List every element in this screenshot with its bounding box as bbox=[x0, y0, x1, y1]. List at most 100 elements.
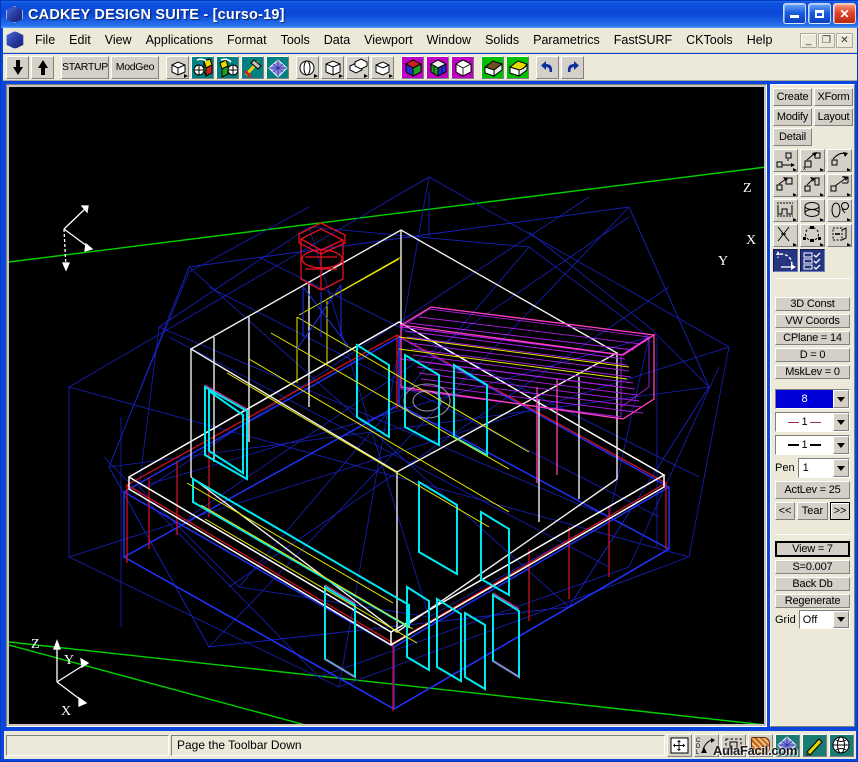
rotate-icon[interactable] bbox=[827, 149, 852, 172]
modify-button[interactable]: Modify bbox=[773, 108, 812, 126]
mirror-icon[interactable] bbox=[773, 174, 798, 197]
menu-item-help[interactable]: Help bbox=[740, 30, 780, 50]
undo-icon[interactable] bbox=[536, 56, 559, 79]
level-combo-chevron-down-icon[interactable] bbox=[833, 390, 849, 408]
axis-label-z-bottom: Z bbox=[31, 637, 40, 653]
maximize-button[interactable] bbox=[808, 3, 831, 24]
mdi-restore-button[interactable]: ❐ bbox=[818, 33, 835, 48]
array-polar-icon[interactable] bbox=[800, 224, 825, 247]
rotate-levels-icon[interactable] bbox=[191, 56, 214, 79]
page-prev-button[interactable]: << bbox=[775, 502, 795, 520]
box-wire-icon[interactable] bbox=[321, 56, 344, 79]
cplane-button[interactable]: CPlane = 14 bbox=[775, 331, 850, 345]
minimize-button[interactable] bbox=[783, 3, 806, 24]
menu-item-cktools[interactable]: CKTools bbox=[679, 30, 740, 50]
menu-item-applications[interactable]: Applications bbox=[139, 30, 220, 50]
document-cube-icon[interactable] bbox=[6, 31, 24, 49]
fit-window-icon[interactable] bbox=[667, 734, 692, 757]
regenerate-button[interactable]: Regenerate bbox=[775, 594, 850, 608]
sidebar-divider-2 bbox=[775, 534, 850, 535]
pen-combo[interactable]: 1 bbox=[798, 458, 850, 478]
offset-icon[interactable] bbox=[800, 199, 825, 222]
xform-button[interactable]: XForm bbox=[814, 88, 853, 106]
tools-hammer-icon[interactable] bbox=[241, 56, 264, 79]
view-button[interactable]: View = 7 bbox=[775, 541, 850, 557]
grid-combo[interactable]: Off bbox=[799, 610, 850, 629]
explode-icon[interactable] bbox=[773, 224, 798, 247]
scale-icon[interactable]: x bbox=[800, 149, 825, 172]
hatch-pattern-icon[interactable] bbox=[748, 734, 773, 757]
modgeo-toolbar-button[interactable]: ModGeo bbox=[111, 56, 159, 79]
chimney-shaft bbox=[297, 285, 349, 349]
vw-coords-button[interactable]: VW Coords bbox=[775, 314, 850, 328]
linewidth-combo-chevron-down-icon[interactable] bbox=[833, 436, 849, 454]
menu-item-edit[interactable]: Edit bbox=[62, 30, 98, 50]
window-title: CADKEY DESIGN SUITE - [curso-19] bbox=[28, 7, 285, 23]
menu-item-parametrics[interactable]: Parametrics bbox=[526, 30, 607, 50]
project-icon[interactable] bbox=[827, 174, 852, 197]
back-db-button[interactable]: Back Db bbox=[775, 577, 850, 591]
solid-hidden-icon[interactable] bbox=[451, 56, 474, 79]
menu-item-fastsurf[interactable]: FastSURF bbox=[607, 30, 679, 50]
copy-up-icon[interactable] bbox=[800, 174, 825, 197]
depth-button[interactable]: D = 0 bbox=[775, 348, 850, 362]
page-next-button[interactable]: >> bbox=[830, 502, 850, 520]
3d-const-button[interactable]: 3D Const bbox=[775, 297, 850, 311]
linestyle-combo-chevron-down-icon[interactable] bbox=[833, 413, 849, 431]
menu-item-solids[interactable]: Solids bbox=[478, 30, 526, 50]
cad-drawing-canvas[interactable]: Z X Y Z Y X bbox=[9, 87, 764, 724]
menu-item-window[interactable]: Window bbox=[420, 30, 478, 50]
level-color-combo[interactable]: 8 bbox=[775, 389, 850, 409]
scale-button[interactable]: S=0.007 bbox=[775, 560, 850, 574]
pen-combo-chevron-down-icon[interactable] bbox=[833, 459, 849, 477]
mdi-minimize-button[interactable]: _ bbox=[800, 33, 817, 48]
close-button[interactable]: ✕ bbox=[833, 3, 856, 24]
delete-xform-icon[interactable] bbox=[827, 224, 852, 247]
stack-solid-icon[interactable] bbox=[346, 56, 369, 79]
linewidth-combo[interactable]: 1 bbox=[775, 435, 850, 455]
globe-icon[interactable] bbox=[829, 734, 854, 757]
startup-toolbar-button[interactable]: STARTUP bbox=[61, 56, 109, 79]
mesh-surface-icon[interactable] bbox=[266, 56, 289, 79]
render-white-icon[interactable] bbox=[481, 56, 504, 79]
redo-icon[interactable] bbox=[561, 56, 584, 79]
render-yellow-icon[interactable] bbox=[506, 56, 529, 79]
view-cube-icon[interactable] bbox=[166, 56, 189, 79]
page-up-arrow-icon[interactable] bbox=[31, 56, 54, 79]
create-button[interactable]: Create bbox=[773, 88, 812, 106]
menu-item-format[interactable]: Format bbox=[220, 30, 274, 50]
menu-item-tools[interactable]: Tools bbox=[274, 30, 317, 50]
bend-icon[interactable] bbox=[773, 249, 798, 272]
linestyle-combo[interactable]: 1 bbox=[775, 412, 850, 432]
detail-button[interactable]: Detail bbox=[773, 128, 812, 146]
solid-wire-icon[interactable] bbox=[426, 56, 449, 79]
roll-icon[interactable] bbox=[827, 199, 852, 222]
mdi-close-button[interactable]: ✕ bbox=[836, 33, 853, 48]
zoom-window-icon[interactable] bbox=[721, 734, 746, 757]
menu-item-viewport[interactable]: Viewport bbox=[357, 30, 419, 50]
axis-label-z-top: Z bbox=[743, 181, 752, 197]
menu-item-view[interactable]: View bbox=[98, 30, 139, 50]
tear-button[interactable]: Tear bbox=[797, 502, 828, 520]
levels-color-icon[interactable] bbox=[216, 56, 239, 79]
pencil-draw-icon[interactable] bbox=[802, 734, 827, 757]
pen-value: 1 bbox=[799, 459, 833, 477]
actlev-button[interactable]: ActLev = 25 bbox=[775, 481, 850, 499]
stretch-icon[interactable] bbox=[773, 199, 798, 222]
status-button-stack: 3D Const VW Coords CPlane = 14 D = 0 Msk… bbox=[773, 297, 852, 379]
solid-rgb-icon[interactable] bbox=[401, 56, 424, 79]
grid-combo-chevron-down-icon[interactable] bbox=[833, 611, 849, 628]
menu-item-data[interactable]: Data bbox=[317, 30, 357, 50]
msklev-button[interactable]: MskLev = 0 bbox=[775, 365, 850, 379]
menu-item-file[interactable]: File bbox=[28, 30, 62, 50]
cursor-select-icon[interactable]: C D L bbox=[694, 734, 719, 757]
translate-icon[interactable] bbox=[773, 149, 798, 172]
mesh-surface-icon[interactable] bbox=[775, 734, 800, 757]
page-down-arrow-icon[interactable] bbox=[6, 56, 29, 79]
level-color-value: 8 bbox=[776, 390, 833, 408]
toolbar-pager: << Tear >> bbox=[775, 502, 850, 520]
list-check-icon[interactable] bbox=[800, 249, 825, 272]
sphere-rotate-icon[interactable] bbox=[296, 56, 319, 79]
layout-button[interactable]: Layout bbox=[814, 108, 853, 126]
box-shade-icon[interactable] bbox=[371, 56, 394, 79]
